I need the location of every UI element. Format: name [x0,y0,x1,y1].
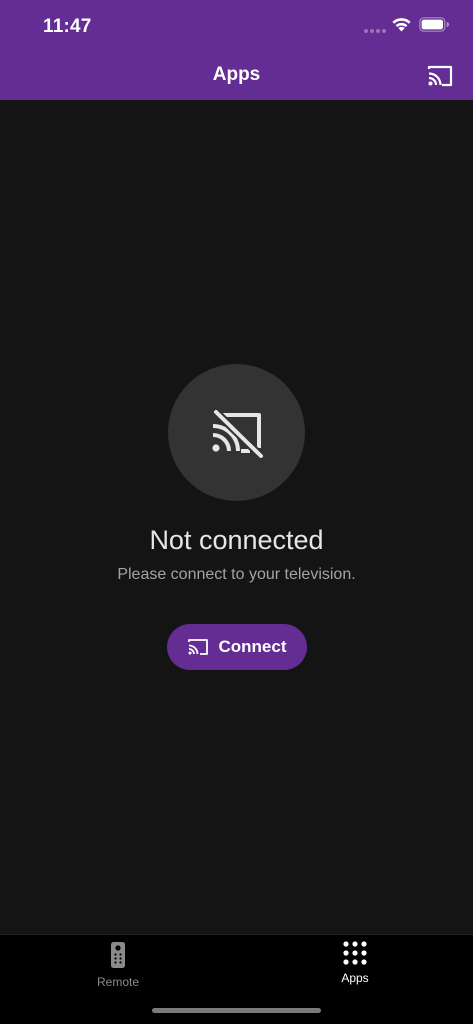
not-connected-title: Not connected [149,525,324,555]
disconnected-badge [168,364,305,501]
cast-button[interactable] [424,62,456,90]
not-connected-subtitle: Please connect to your television. [117,566,356,583]
cast-icon [427,65,453,87]
tab-apps-label: Apps [341,971,369,985]
status-time: 11:47 [43,16,92,37]
battery-icon [419,17,449,32]
page-title: Apps [212,64,261,85]
app-screen: 11:47 Apps Not connected Please connect … [0,0,473,1024]
tab-apps[interactable]: Apps [295,941,415,997]
remote-icon [111,942,125,968]
connect-button[interactable]: Connect [166,624,307,670]
cast-disconnected-icon [211,408,264,458]
cast-icon [187,639,208,655]
top-app-bar: 11:47 Apps [0,0,473,100]
tab-remote[interactable]: Remote [58,941,178,997]
status-bar: 11:47 [0,0,473,52]
not-connected-panel: Not connected Please connect to your tel… [0,364,473,670]
tab-remote-label: Remote [96,975,140,989]
apps-grid-icon [343,941,367,965]
connect-button-label: Connect [218,637,287,656]
cellular-signal-icon [364,29,386,33]
wifi-icon [392,18,411,32]
home-indicator[interactable] [152,1008,321,1013]
